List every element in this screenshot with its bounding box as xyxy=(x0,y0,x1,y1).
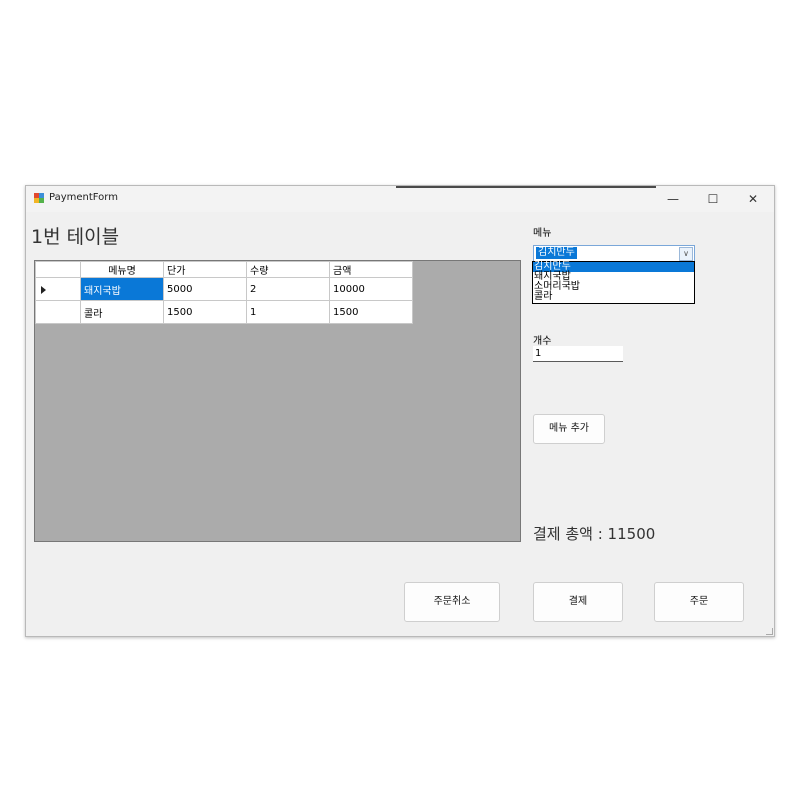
cell-menu-name[interactable]: 돼지국밥 xyxy=(80,277,164,301)
table-row[interactable]: 돼지국밥 5000 2 10000 xyxy=(35,277,413,301)
grid-corner-cell[interactable] xyxy=(35,261,81,278)
table-row[interactable]: 콜라 1500 1 1500 xyxy=(35,300,413,324)
resize-grip-icon[interactable] xyxy=(766,628,773,635)
order-grid[interactable]: 메뉴명 단가 수량 금액 돼지국밥 5000 2 10000 콜라 1500 1… xyxy=(34,260,521,542)
column-header-amount[interactable]: 금액 xyxy=(329,261,413,278)
menu-label: 메뉴 xyxy=(533,228,552,239)
cancel-order-button[interactable]: 주문취소 xyxy=(404,582,500,622)
cell-quantity[interactable]: 2 xyxy=(246,277,330,301)
column-header-menu-name[interactable]: 메뉴명 xyxy=(80,261,164,278)
titlebar-shadow-strip xyxy=(396,186,656,188)
dropdown-option-someori-gukbap[interactable]: 소머리국밥 xyxy=(533,282,694,292)
row-header[interactable] xyxy=(35,300,81,324)
maximize-button[interactable]: ☐ xyxy=(702,189,724,209)
cell-unit-price[interactable]: 5000 xyxy=(163,277,247,301)
cell-amount[interactable]: 10000 xyxy=(329,277,413,301)
order-button[interactable]: 주문 xyxy=(654,582,744,622)
menu-dropdown-list[interactable]: 김치만두 돼지국밥 소머리국밥 콜라 xyxy=(532,261,695,304)
row-header[interactable] xyxy=(35,277,81,301)
column-header-unit-price[interactable]: 단가 xyxy=(163,261,247,278)
title-bar[interactable]: PaymentForm — ☐ ✕ xyxy=(26,186,774,212)
pay-button[interactable]: 결제 xyxy=(533,582,623,622)
payment-total-text: 결제 총액 : 11500 xyxy=(533,525,656,543)
column-header-quantity[interactable]: 수량 xyxy=(246,261,330,278)
minimize-button[interactable]: — xyxy=(662,189,684,209)
chevron-down-icon[interactable]: ∨ xyxy=(679,247,693,261)
window-title: PaymentForm xyxy=(49,192,118,203)
payment-form-window: PaymentForm — ☐ ✕ 1번 테이블 메뉴명 단가 수량 금액 돼지… xyxy=(25,185,775,637)
count-input[interactable]: 1 xyxy=(533,346,623,362)
current-row-arrow-icon xyxy=(41,286,46,294)
order-table: 메뉴명 단가 수량 금액 돼지국밥 5000 2 10000 콜라 1500 1… xyxy=(35,261,413,324)
dropdown-option-cola[interactable]: 콜라 xyxy=(533,292,694,302)
cell-amount[interactable]: 1500 xyxy=(329,300,413,324)
table-number-title: 1번 테이블 xyxy=(31,226,120,248)
menu-selected-value: 김치만두 xyxy=(536,247,577,259)
close-button[interactable]: ✕ xyxy=(742,189,764,209)
cell-quantity[interactable]: 1 xyxy=(246,300,330,324)
grid-header-row: 메뉴명 단가 수량 금액 xyxy=(35,261,413,278)
cell-unit-price[interactable]: 1500 xyxy=(163,300,247,324)
cell-menu-name[interactable]: 콜라 xyxy=(80,300,164,324)
app-icon xyxy=(34,193,44,203)
add-menu-button[interactable]: 메뉴 추가 xyxy=(533,414,605,444)
count-label: 개수 xyxy=(533,336,552,347)
